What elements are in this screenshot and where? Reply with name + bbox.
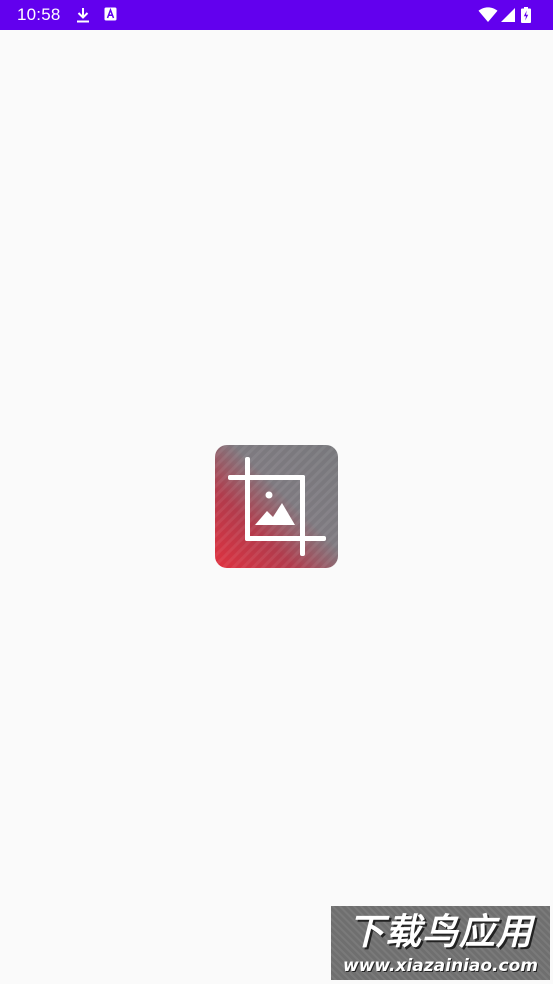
watermark: 下载鸟应用 www.xiazainiao.com xyxy=(331,906,550,980)
battery-icon xyxy=(521,7,531,23)
status-time: 10:58 xyxy=(17,5,61,24)
a-notification-icon xyxy=(104,7,117,21)
download-icon xyxy=(77,8,89,23)
crop-image-icon xyxy=(215,445,338,568)
splash-screen: 10:58 下载鸟应用 www.xiazainiao.com xyxy=(0,0,553,984)
status-bar: 10:58 xyxy=(0,0,553,30)
app-logo xyxy=(215,445,338,568)
status-right-icons xyxy=(478,7,538,23)
signal-icon xyxy=(501,8,515,22)
wifi-icon xyxy=(478,7,498,22)
watermark-url: www.xiazainiao.com xyxy=(343,956,538,976)
watermark-title: 下载鸟应用 xyxy=(347,912,533,953)
